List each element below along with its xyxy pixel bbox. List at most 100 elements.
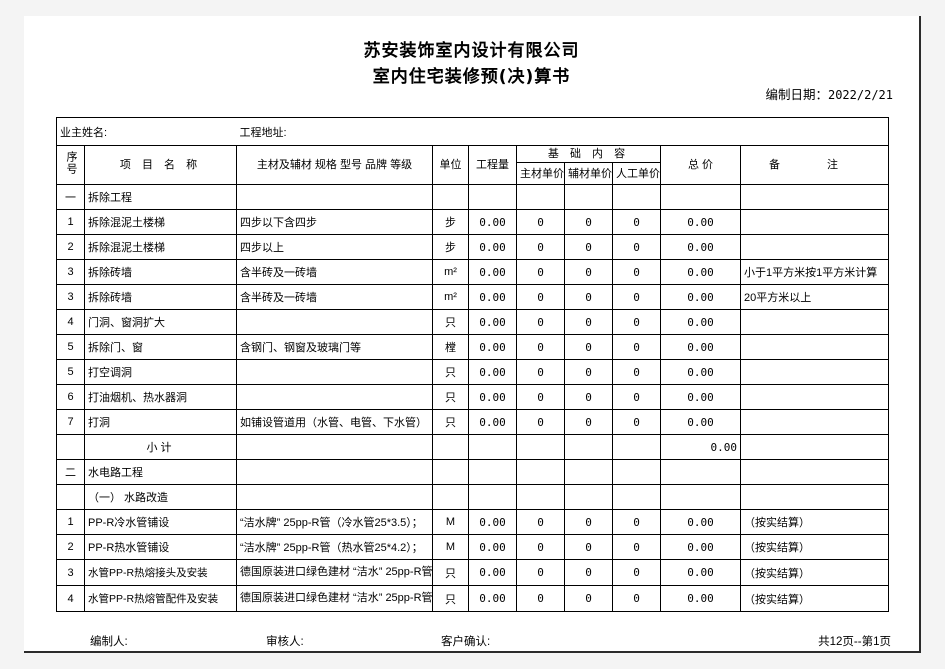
header-basis-group: 基 础 内 容 <box>516 145 661 163</box>
row-main-price <box>516 434 565 460</box>
row-labor-price: 0 <box>612 534 661 560</box>
row-remark: （按实结算） <box>739 509 890 535</box>
row-unit: 只 <box>432 359 469 385</box>
row-seq: 4 <box>56 309 85 335</box>
header-remark: 备 注 <box>739 145 890 185</box>
row-qty: 0.00 <box>468 259 517 285</box>
row-seq: 2 <box>56 534 85 560</box>
row-unit: M <box>432 534 469 560</box>
row-remark <box>739 384 890 410</box>
row-seq: 6 <box>56 384 85 410</box>
row-labor-price: 0 <box>612 259 661 285</box>
row-main-price: 0 <box>516 509 565 535</box>
reviewer-label: 审核人: <box>266 636 304 648</box>
subtotal-total: 0.00 <box>660 434 741 460</box>
header-labor-price: 人工单价 <box>612 162 661 185</box>
budget-table-wrap: 业主姓名: 工程地址: 序号 项 目 名 称 主材及辅材 规格 型号 品牌 等级… <box>56 117 890 612</box>
row-seq: 二 <box>56 459 85 485</box>
table-row: 2 拆除混泥土楼梯 四步以上 步 0.00 0 0 0 0.00 <box>56 234 890 260</box>
row-seq: 2 <box>56 234 85 260</box>
row-unit: m² <box>432 284 469 310</box>
row-qty: 0.00 <box>468 509 517 535</box>
row-remark: （按实结算） <box>739 534 890 560</box>
row-total: 0.00 <box>660 384 741 410</box>
row-item-name: 拆除砖墙 <box>84 259 237 285</box>
row-aux-price: 0 <box>564 384 613 410</box>
row-labor-price: 0 <box>612 409 661 435</box>
row-main-price: 0 <box>516 309 565 335</box>
table-row: 1 拆除混泥土楼梯 四步以下含四步 步 0.00 0 0 0 0.00 <box>56 209 890 235</box>
row-main-price <box>516 184 565 210</box>
owner-info-filler <box>468 117 890 146</box>
row-item-name: （一） 水路改造 <box>84 484 237 510</box>
row-qty <box>468 459 517 485</box>
row-spec <box>236 309 433 335</box>
row-main-price: 0 <box>516 234 565 260</box>
row-total: 0.00 <box>660 409 741 435</box>
subtotal-row: 小计 0.00 <box>56 434 890 460</box>
row-spec: “洁水牌” 25pp-R管（冷水管25*3.5）； <box>236 509 433 535</box>
row-seq: 3 <box>56 284 85 310</box>
row-unit: 步 <box>432 209 469 235</box>
row-total: 0.00 <box>660 209 741 235</box>
company-title: 苏安装饰室内设计有限公司 <box>363 41 580 61</box>
row-seq: 3 <box>56 559 85 586</box>
row-aux-price: 0 <box>564 559 613 586</box>
row-spec: 含半砖及一砖墙 <box>236 259 433 285</box>
row-qty: 0.00 <box>468 334 517 360</box>
row-remark <box>739 409 890 435</box>
table-row: 4 门洞、窗洞扩大 只 0.00 0 0 0 0.00 <box>56 309 890 335</box>
row-total: 0.00 <box>660 534 741 560</box>
row-main-price: 0 <box>516 359 565 385</box>
row-unit <box>432 184 469 210</box>
row-total: 0.00 <box>660 234 741 260</box>
header-main-price: 主材单价 <box>516 162 565 185</box>
row-aux-price: 0 <box>564 409 613 435</box>
row-spec: 含钢门、钢窗及玻璃门等 <box>236 334 433 360</box>
row-unit <box>432 434 469 460</box>
row-main-price: 0 <box>516 209 565 235</box>
table-row: 5 拆除门、窗 含钢门、钢窗及玻璃门等 樘 0.00 0 0 0 0.00 <box>56 334 890 360</box>
table-row: 6 打油烟机、热水器洞 只 0.00 0 0 0 0.00 <box>56 384 890 410</box>
row-seq <box>56 484 85 510</box>
row-seq: 1 <box>56 509 85 535</box>
row-total: 0.00 <box>660 309 741 335</box>
prepared-date-value: 2022/2/21 <box>827 88 893 102</box>
row-item-name: 打洞 <box>84 409 237 435</box>
owner-name-label: 业主姓名: <box>56 117 237 146</box>
row-remark <box>739 209 890 235</box>
row-item-name: 水管PP-R热熔接头及安装 <box>84 559 237 586</box>
screenshot-root: 苏安装饰室内设计有限公司 室内住宅装修预(决)算书 编制日期：2022/2/21 <box>0 0 945 669</box>
row-main-price: 0 <box>516 384 565 410</box>
budget-table: 业主姓名: 工程地址: 序号 项 目 名 称 主材及辅材 规格 型号 品牌 等级… <box>56 117 890 612</box>
row-item-name: 拆除工程 <box>84 184 237 210</box>
row-spec: 如铺设管道用（水管、电管、下水管） <box>236 409 433 435</box>
header-quantity: 工程量 <box>468 145 517 185</box>
row-main-price: 0 <box>516 409 565 435</box>
row-item-name: PP-R冷水管铺设 <box>84 509 237 535</box>
row-labor-price <box>612 184 661 210</box>
row-total: 0.00 <box>660 334 741 360</box>
row-labor-price: 0 <box>612 585 661 612</box>
row-qty: 0.00 <box>468 559 517 586</box>
header-aux-price: 辅材单价 <box>564 162 613 185</box>
row-remark <box>739 484 890 510</box>
row-item-name: 打油烟机、热水器洞 <box>84 384 237 410</box>
row-remark <box>739 434 890 460</box>
table-row: 4 水管PP-R热熔管配件及安装 德国原装进口绿色建材 “洁水” 25pp-R管… <box>56 585 890 612</box>
row-item-name: 拆除门、窗 <box>84 334 237 360</box>
row-remark <box>739 309 890 335</box>
row-spec <box>236 434 433 460</box>
row-remark <box>739 234 890 260</box>
row-unit: 只 <box>432 309 469 335</box>
row-unit: 只 <box>432 585 469 612</box>
row-spec <box>236 359 433 385</box>
table-row: 一 拆除工程 <box>56 184 890 210</box>
row-total <box>660 184 741 210</box>
row-unit: 樘 <box>432 334 469 360</box>
row-main-price: 0 <box>516 284 565 310</box>
row-spec: 四步以上 <box>236 234 433 260</box>
row-main-price <box>516 459 565 485</box>
row-remark <box>739 334 890 360</box>
row-labor-price: 0 <box>612 509 661 535</box>
